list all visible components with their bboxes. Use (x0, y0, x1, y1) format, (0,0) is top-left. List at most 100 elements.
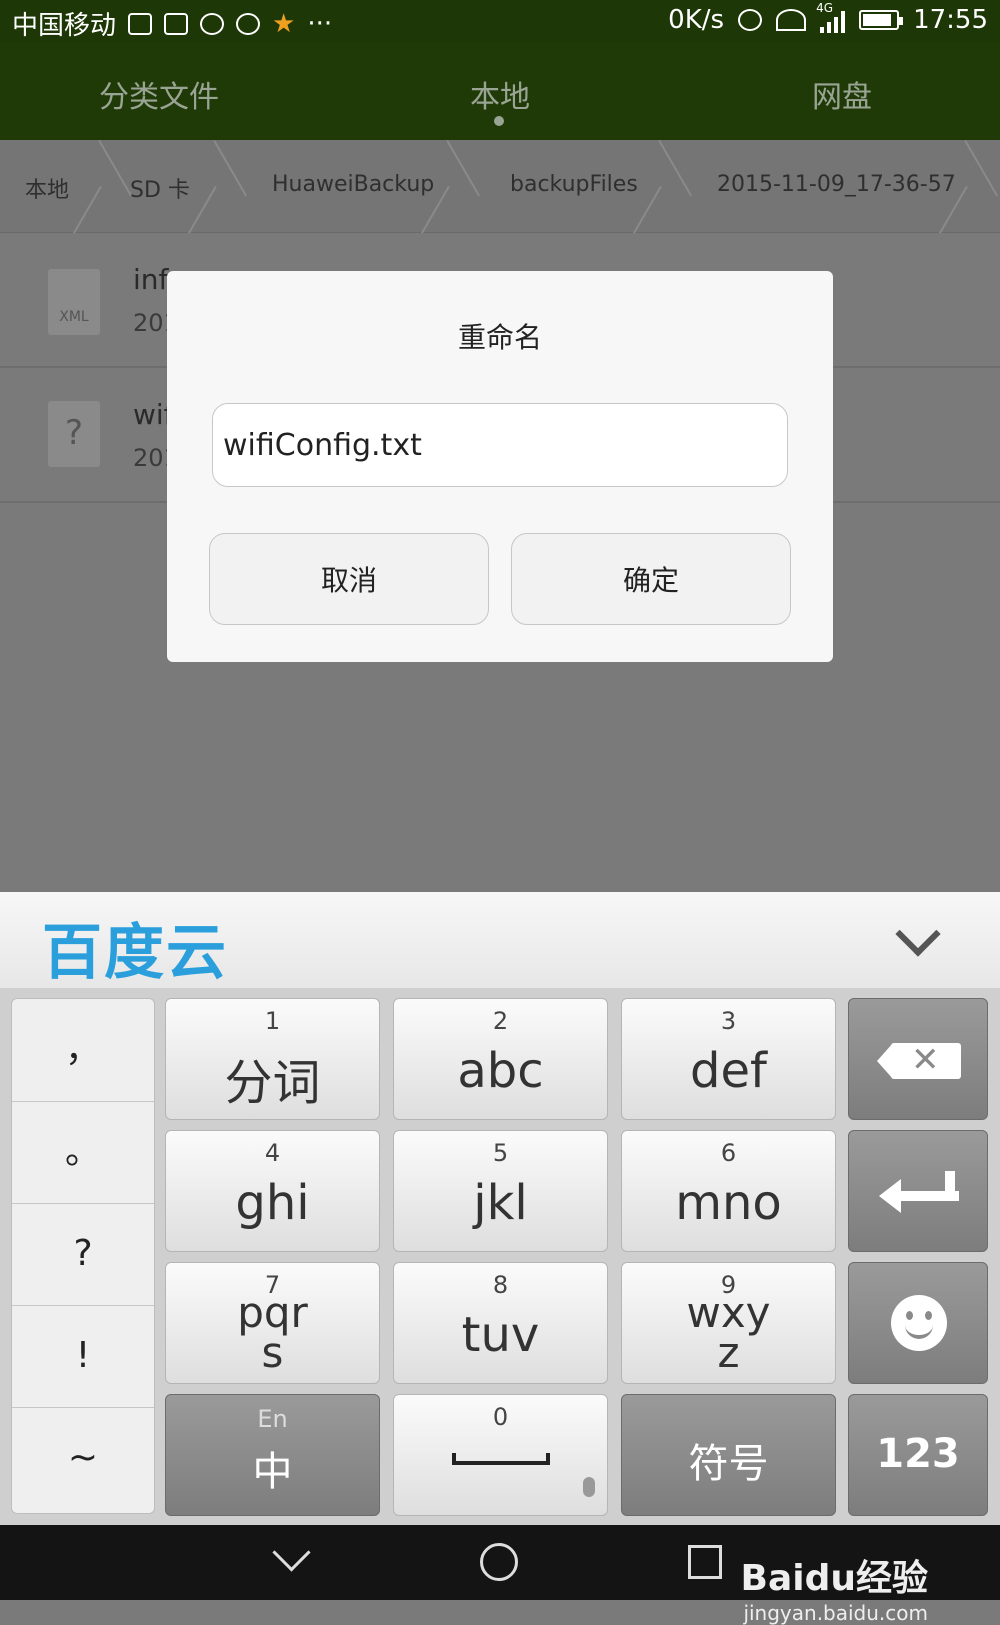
carrier-name: 中国移动 (12, 11, 117, 41)
key-number: 6 (720, 1139, 737, 1167)
watermark-url: jingyan.baidu.com (743, 1601, 928, 1625)
breadcrumb-item-local[interactable]: 本地 (25, 172, 69, 204)
language-switch-key[interactable]: En 中 (165, 1394, 380, 1516)
punctuation-key-period[interactable]: 。 (12, 1101, 154, 1204)
tab-categories[interactable]: 分类文件 (99, 72, 219, 116)
network-type: 4G (816, 1, 833, 15)
app-icon (200, 12, 225, 35)
punctuation-key-comma[interactable]: ， (12, 999, 154, 1102)
signal-icon: 4G (816, 1, 846, 33)
cancel-button[interactable]: 取消 (209, 533, 489, 625)
unknown-file-icon: ? (48, 401, 100, 467)
more-notifications: ··· (307, 8, 333, 39)
network-speed: 0K/s (668, 5, 725, 35)
key-label: 123 (876, 1431, 960, 1477)
key-label: tuv (461, 1307, 540, 1363)
navigation-bar: Baidu经验 jingyan.baidu.com (0, 1525, 1000, 1625)
key-label: wxy z (622, 1292, 835, 1374)
breadcrumb-item-backupfiles[interactable]: backupFiles (510, 172, 638, 197)
home-icon[interactable] (480, 1543, 518, 1581)
rename-input[interactable] (212, 403, 788, 487)
key-label: def (690, 1043, 767, 1099)
breadcrumb-separator (660, 140, 690, 232)
xml-file-icon: XML (48, 269, 100, 335)
emoji-key[interactable] (848, 1262, 988, 1384)
key-number: 4 (264, 1139, 281, 1167)
file-icon-label: ? (64, 413, 84, 453)
smiley-icon (891, 1295, 947, 1351)
key-label-small: En (257, 1405, 288, 1433)
key-number: 8 (492, 1271, 509, 1299)
breadcrumb-separator (215, 140, 245, 232)
key-4[interactable]: 4 ghi (165, 1130, 380, 1252)
game-icon (236, 12, 261, 35)
file-icon-label: XML (59, 309, 89, 325)
key-label-line2: z (717, 1328, 740, 1377)
space-bar-icon (452, 1453, 550, 1465)
keyboard-header: 百度云 (0, 892, 1000, 989)
backspace-key[interactable]: ✕ (848, 998, 988, 1120)
numbers-key[interactable]: 123 (848, 1394, 988, 1516)
key-2[interactable]: 2 abc (393, 998, 608, 1120)
key-label: ghi (235, 1175, 310, 1231)
rename-dialog: 重命名 取消 确定 (167, 271, 833, 662)
keyboard: ， 。 ? ! ~ 1 分词 2 abc 3 def ✕ 4 ghi 5 jkl… (0, 988, 1000, 1525)
breadcrumb-item-sd-card[interactable]: SD 卡 (130, 172, 190, 204)
breadcrumb-separator (448, 140, 478, 232)
breadcrumb-item-huaweibackup[interactable]: HuaweiBackup (272, 172, 434, 197)
punctuation-column: ， 。 ? ! ~ (11, 998, 155, 1514)
tab-cloud[interactable]: 网盘 (812, 72, 872, 116)
key-label: mno (675, 1175, 782, 1231)
dialog-title: 重命名 (457, 321, 542, 354)
space-key[interactable]: 0 (393, 1394, 608, 1516)
breadcrumb-separator (966, 140, 996, 232)
key-number: 3 (720, 1007, 737, 1035)
status-bar: 中国移动 ★ ··· 0K/s 4G 17:55 (0, 0, 1000, 42)
alarm-icon (738, 9, 763, 31)
enter-icon (879, 1171, 959, 1213)
key-6[interactable]: 6 mno (621, 1130, 836, 1252)
key-label-line2: s (261, 1328, 284, 1377)
enter-key[interactable] (848, 1130, 988, 1252)
chevron-down-icon[interactable] (898, 922, 934, 958)
key-8[interactable]: 8 tuv (393, 1262, 608, 1384)
key-label: 符号 (688, 1441, 769, 1487)
battery-icon (859, 10, 904, 30)
tab-local[interactable]: 本地 (470, 72, 530, 116)
file-name: inf (133, 263, 169, 296)
breadcrumb-item-date-folder[interactable]: 2015-11-09_17-36-57 (717, 172, 956, 197)
key-number: 5 (492, 1139, 509, 1167)
backspace-icon: ✕ (877, 1040, 961, 1080)
active-tab-indicator (494, 116, 504, 126)
image-icon (164, 12, 189, 35)
key-9[interactable]: 9 wxy z (621, 1262, 836, 1384)
key-5[interactable]: 5 jkl (393, 1130, 608, 1252)
watermark: Baidu经验 jingyan.baidu.com (741, 1549, 928, 1625)
key-label: abc (457, 1043, 544, 1099)
watermark-brand: Baidu经验 (740, 1558, 928, 1599)
symbols-key[interactable]: 符号 (621, 1394, 836, 1516)
microphone-icon (583, 1477, 595, 1497)
punctuation-key-tilde[interactable]: ~ (12, 1407, 154, 1509)
key-number: 1 (264, 1007, 281, 1035)
key-1[interactable]: 1 分词 (165, 998, 380, 1120)
keyboard-brand: 百度云 (42, 918, 228, 988)
wifi-icon (776, 9, 807, 31)
key-number: 2 (492, 1007, 509, 1035)
clock: 17:55 (913, 5, 988, 35)
recent-apps-icon[interactable] (688, 1545, 722, 1579)
key-label: jkl (473, 1175, 528, 1231)
keyboard-icon (128, 12, 153, 35)
punctuation-key-exclamation[interactable]: ! (12, 1305, 154, 1408)
key-3[interactable]: 3 def (621, 998, 836, 1120)
star-icon: ★ (272, 8, 296, 39)
punctuation-key-question[interactable]: ? (12, 1203, 154, 1306)
back-icon[interactable] (278, 1539, 306, 1567)
key-label: 中 (252, 1449, 293, 1495)
breadcrumb: 本地 SD 卡 HuaweiBackup backupFiles 2015-11… (0, 140, 1000, 233)
key-number: 0 (492, 1403, 509, 1431)
breadcrumb-separator (100, 140, 130, 232)
key-label: pqr s (166, 1292, 379, 1374)
key-7[interactable]: 7 pqr s (165, 1262, 380, 1384)
confirm-button[interactable]: 确定 (511, 533, 791, 625)
